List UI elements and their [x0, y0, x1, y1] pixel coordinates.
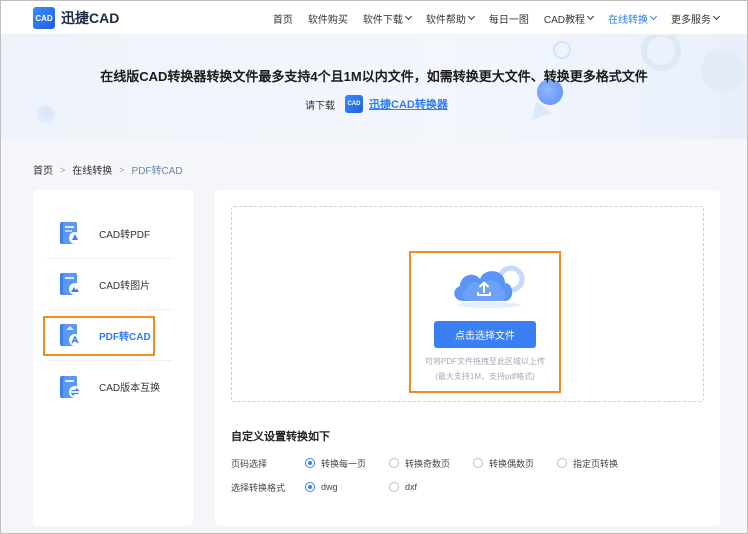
chevron-down-icon — [586, 12, 595, 21]
nav-label: 在线转换 — [608, 14, 648, 26]
radio-every-page[interactable]: 转换每一页 — [305, 457, 366, 470]
download-converter-link[interactable]: 迅捷CAD转换器 — [369, 96, 448, 112]
radio-label: dxf — [405, 482, 418, 492]
main-nav: 首页 软件购买 软件下载 软件帮助 每日一图 CAD教程 在线转换 更多服务 — [258, 1, 721, 35]
radio-specific-pages[interactable]: 指定页转换 — [557, 457, 618, 470]
radio-label: dwg — [321, 482, 338, 492]
sidebar-item-label: CAD转图片 — [99, 280, 151, 292]
radio-label: 转换偶数页 — [489, 458, 535, 469]
chevron-down-icon — [404, 12, 412, 21]
chevron-down-icon — [467, 12, 475, 21]
nav-help[interactable]: 软件帮助 — [425, 11, 475, 26]
nav-daily-drawing[interactable]: 每日一图 — [489, 11, 529, 26]
chevron-down-icon — [649, 12, 658, 21]
breadcrumb-online-convert[interactable]: 在线转换 — [72, 162, 112, 177]
radio-label: 转换奇数页 — [405, 458, 451, 469]
radio-format-dxf[interactable]: dxf — [389, 482, 417, 492]
page-select-row: 页码选择 转换每一页 转换奇数页 转换偶数页 指定页转换 — [231, 455, 711, 471]
logo-mark: CAD — [33, 7, 55, 29]
upload-limit-hint: (最大支持1M，支持pdf格式) — [435, 372, 535, 381]
promo-banner: 在线版CAD转换器转换文件最多支持4个且1M以内文件，如需转换更大文件、转换更多… — [1, 35, 747, 139]
sidebar-item-cad-to-pdf[interactable]: CAD转PDF — [47, 208, 173, 259]
sidebar-item-label: PDF转CAD — [99, 331, 151, 343]
cad-to-pdf-icon — [57, 220, 83, 246]
nav-label: CAD教程 — [543, 14, 585, 26]
converter-app-icon[interactable]: CAD — [345, 95, 363, 113]
nav-online-convert[interactable]: 在线转换 — [608, 11, 658, 26]
nav-buy[interactable]: 软件购买 — [308, 11, 348, 26]
settings-title: 自定义设置转换如下 — [231, 431, 330, 443]
nav-label: 首页 — [272, 14, 293, 26]
pdf-to-cad-icon — [57, 322, 83, 348]
breadcrumb-home[interactable]: 首页 — [33, 162, 53, 177]
converter-panel: 点击选择文件 可将PDF文件拖拽至此区域以上传 (最大支持1M，支持pdf格式)… — [215, 190, 720, 526]
chevron-down-icon — [712, 12, 721, 21]
nav-label: 软件下载 — [362, 14, 403, 26]
logo-text: 迅捷CAD — [61, 10, 120, 26]
nav-label: 更多服务 — [671, 14, 711, 26]
cad-version-swap-icon — [57, 374, 83, 400]
converter-sidebar: CAD转PDF CAD转图片 PDF转CAD CAD版本互换 — [33, 190, 193, 526]
file-dropzone[interactable]: 点击选择文件 可将PDF文件拖拽至此区域以上传 (最大支持1M，支持pdf格式) — [231, 206, 704, 402]
radio-unchecked-icon — [557, 458, 567, 468]
nav-home[interactable]: 首页 — [273, 11, 293, 26]
banner-title: 在线版CAD转换器转换文件最多支持4个且1M以内文件，如需转换更大文件、转换更多… — [100, 69, 648, 84]
page-frame: CAD 迅捷CAD 首页 软件购买 软件下载 软件帮助 每日一图 CAD教程 在… — [0, 0, 748, 534]
radio-checked-icon — [305, 458, 315, 468]
radio-unchecked-icon — [473, 458, 483, 468]
nav-tutorials[interactable]: CAD教程 — [543, 11, 595, 26]
radio-label: 指定页转换 — [573, 458, 619, 469]
breadcrumb-separator: > — [60, 164, 66, 175]
sidebar-item-label: CAD转PDF — [99, 229, 151, 241]
top-header: CAD 迅捷CAD 首页 软件购买 软件下载 软件帮助 每日一图 CAD教程 在… — [1, 1, 747, 35]
breadcrumb-separator: > — [119, 164, 125, 175]
format-select-label: 选择转换格式 — [231, 482, 286, 493]
nav-label: 软件帮助 — [425, 14, 466, 26]
nav-label: 软件购买 — [307, 14, 348, 26]
banner-download: 请下载 CAD 迅捷CAD转换器 — [305, 95, 448, 113]
download-prefix: 请下载 — [305, 100, 335, 112]
nav-label: 每日一图 — [488, 14, 529, 26]
nav-download[interactable]: 软件下载 — [362, 11, 412, 26]
radio-label: 转换每一页 — [321, 458, 367, 469]
decor-bubble — [37, 105, 55, 123]
site-logo[interactable]: CAD 迅捷CAD — [33, 7, 119, 29]
sidebar-item-cad-version-swap[interactable]: CAD版本互换 — [47, 361, 173, 412]
sidebar-item-label: CAD版本互换 — [99, 383, 161, 394]
select-file-button[interactable]: 点击选择文件 — [434, 321, 536, 348]
radio-format-dwg[interactable]: dwg — [305, 482, 338, 492]
sidebar-item-cad-to-image[interactable]: CAD转图片 — [47, 259, 173, 310]
cad-to-image-icon — [57, 271, 83, 297]
sidebar-item-pdf-to-cad[interactable]: PDF转CAD — [47, 310, 173, 361]
radio-unchecked-icon — [389, 458, 399, 468]
page-select-label: 页码选择 — [231, 458, 268, 469]
radio-even-pages[interactable]: 转换偶数页 — [473, 457, 534, 470]
upload-highlight-box: 点击选择文件 可将PDF文件拖拽至此区域以上传 (最大支持1M，支持pdf格式) — [409, 251, 561, 393]
decor-ring — [553, 41, 571, 59]
upload-hint: 可将PDF文件拖拽至此区域以上传 — [425, 357, 545, 366]
radio-odd-pages[interactable]: 转换奇数页 — [389, 457, 450, 470]
cloud-upload-icon — [447, 261, 531, 309]
format-select-row: 选择转换格式 dwg dxf — [231, 479, 711, 495]
nav-more-services[interactable]: 更多服务 — [671, 11, 721, 26]
breadcrumb: 首页 > 在线转换 > PDF转CAD — [33, 162, 183, 178]
breadcrumb-current: PDF转CAD — [131, 166, 183, 177]
radio-checked-icon — [305, 482, 315, 492]
radio-unchecked-icon — [389, 482, 399, 492]
